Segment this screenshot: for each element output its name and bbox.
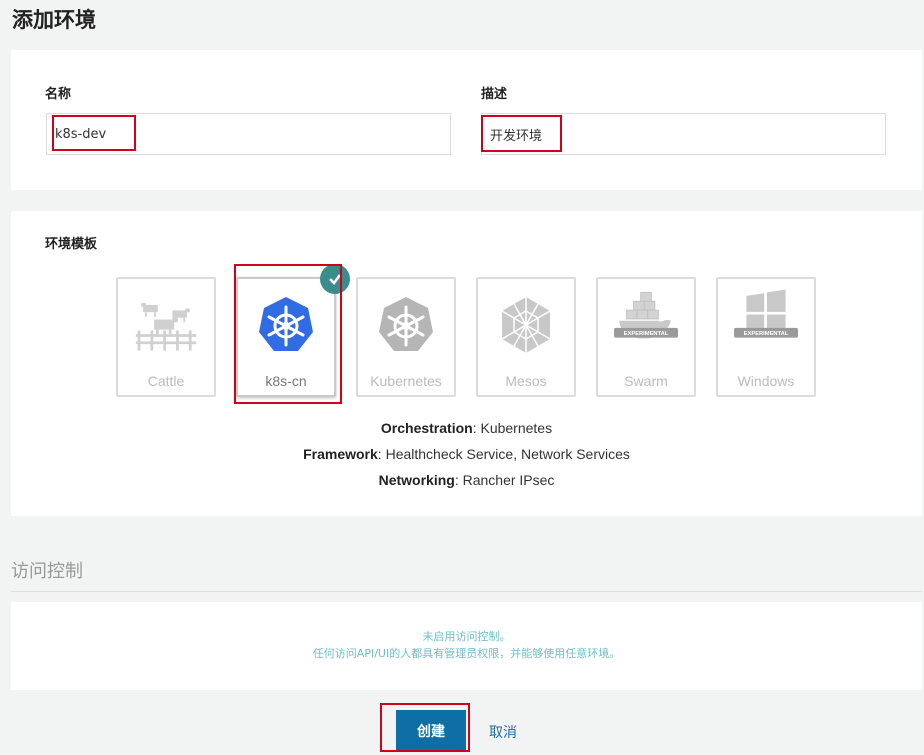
template-cattle[interactable]: Cattle [116, 277, 216, 397]
template-name: Cattle [147, 373, 185, 389]
description-label: 描述 [481, 87, 508, 102]
detail-key: Orchestration [380, 420, 473, 436]
page-title: 添加环境 [12, 8, 96, 32]
cattle-icon [134, 293, 198, 357]
detail-value: Kubernetes [480, 420, 553, 436]
selected-check-icon [320, 264, 350, 294]
template-swarm[interactable]: EXPERIMENTAL Swarm [596, 277, 696, 397]
template-detail-framework: Framework: Healthcheck Service, Network … [303, 446, 630, 462]
template-name: Swarm [624, 373, 668, 389]
environment-template-card: 环境模板 Cattle k8s-cn Kubernetes Mesos EXPE… [11, 211, 922, 516]
template-windows[interactable]: EXPERIMENTAL Windows [716, 277, 816, 397]
detail-key: Networking [378, 472, 455, 488]
create-button[interactable]: 创建 [396, 710, 466, 752]
template-mesos[interactable]: Mesos [476, 277, 576, 397]
template-name: k8s-cn [265, 373, 307, 389]
cancel-button[interactable]: 取消 [478, 718, 528, 746]
template-k8s-cn[interactable]: k8s-cn [236, 277, 336, 397]
detail-value: Rancher IPsec [462, 472, 555, 488]
environment-info-card: 名称 描述 [11, 50, 922, 190]
access-control-card: 未启用访问控制。 任何访问API/UI的人都具有管理员权限，并能够使用任意环境。 [11, 602, 922, 690]
kubernetes-wheel-icon [374, 293, 438, 357]
template-name: Kubernetes [370, 373, 442, 389]
experimental-badge: EXPERIMENTAL [744, 331, 789, 337]
template-detail-networking: Networking: Rancher IPsec [378, 472, 555, 488]
template-kubernetes[interactable]: Kubernetes [356, 277, 456, 397]
docker-whale-icon: EXPERIMENTAL [614, 287, 678, 351]
template-name: Mesos [505, 373, 547, 389]
access-control-heading: 访问控制 [11, 561, 83, 582]
divider [11, 591, 922, 592]
experimental-badge: EXPERIMENTAL [624, 331, 669, 337]
detail-value: Healthcheck Service, Network Services [385, 446, 630, 462]
kubernetes-wheel-icon [254, 293, 318, 357]
description-input[interactable] [481, 113, 886, 155]
template-detail-orchestration: Orchestration: Kubernetes [380, 420, 553, 436]
windows-icon: EXPERIMENTAL [734, 287, 798, 351]
template-name: Windows [737, 373, 795, 389]
access-warning-message: 任何访问API/UI的人都具有管理员权限，并能够使用任意环境。 [312, 647, 621, 660]
template-section-label: 环境模板 [45, 237, 98, 252]
name-label: 名称 [45, 87, 72, 102]
access-disabled-message: 未启用访问控制。 [422, 630, 511, 643]
mesos-icon [494, 293, 558, 357]
name-input[interactable] [46, 113, 451, 155]
detail-key: Framework [303, 446, 378, 462]
